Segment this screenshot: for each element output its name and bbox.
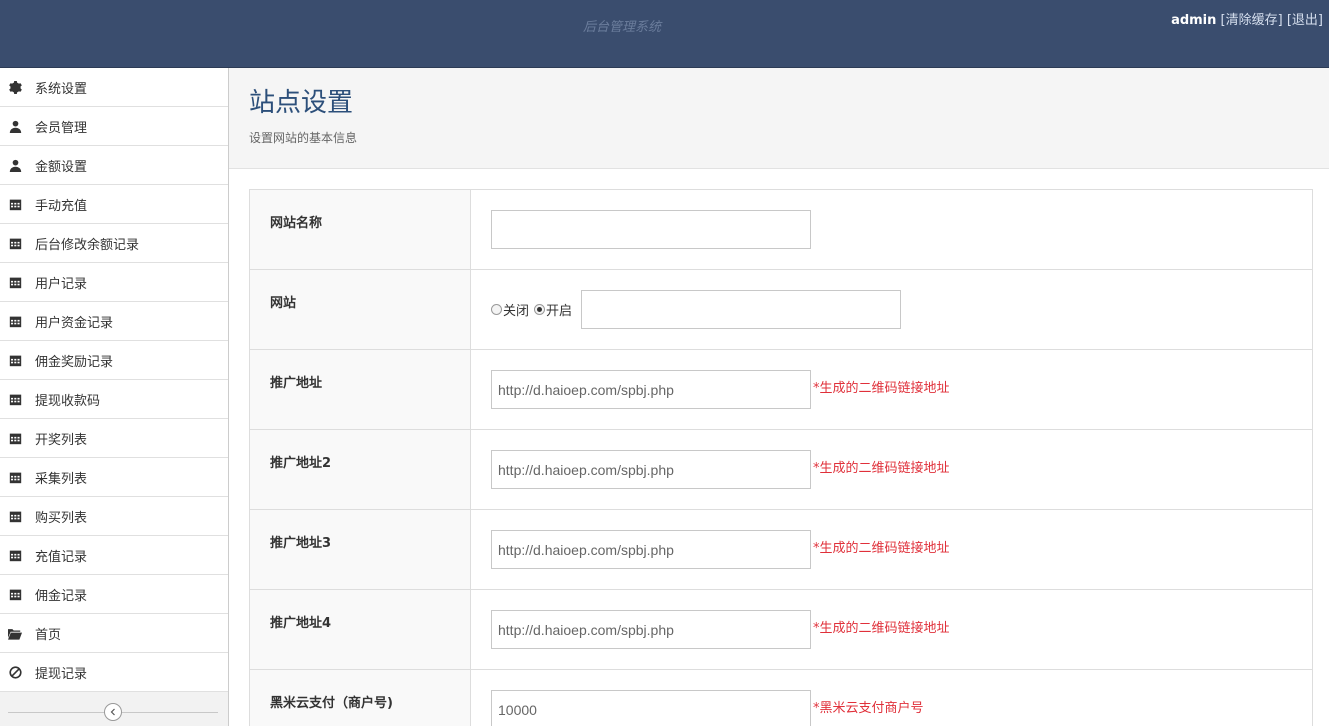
sidebar-item-3[interactable]: 手动充值 [0, 185, 228, 224]
page-subtitle: 设置网站的基本信息 [249, 131, 358, 145]
sidebar: 系统设置会员管理金额设置手动充值后台修改余额记录 用户记录用户资金记录 佣金奖励记录… [0, 68, 229, 726]
chevron-left-icon[interactable] [104, 703, 122, 721]
site-status-radio-group: 关闭 开启 [491, 290, 577, 329]
radio-off-label[interactable]: 关闭 [503, 300, 529, 319]
field-label: 推广地址 [250, 350, 471, 429]
calendar-icon [8, 314, 22, 328]
calendar-icon [8, 587, 22, 601]
sidebar-item-13[interactable]: 佣金记录 [0, 575, 228, 614]
field-label: 网站名称 [250, 190, 471, 269]
radio-on[interactable] [534, 304, 546, 315]
sidebar-item-1[interactable]: 会员管理 [0, 107, 228, 146]
promo-url-2-input[interactable] [491, 450, 811, 489]
page-header: 站点设置 设置网站的基本信息 [229, 68, 1329, 169]
field-label: 推广地址3 [250, 510, 471, 589]
promo-url-1-input[interactable] [491, 370, 811, 409]
brand-title: 后台管理系统 [583, 20, 662, 35]
sidebar-item-8[interactable]: 提现收款码 [0, 380, 228, 419]
clear-cache-link[interactable]: [清除缓存] [1221, 13, 1283, 28]
field-label: 黑米云支付（商户号) [250, 670, 471, 726]
calendar-icon [8, 236, 22, 250]
logout-link[interactable]: [退出] [1287, 13, 1323, 28]
sidebar-collapse [8, 703, 218, 723]
radio-on-label[interactable]: 开启 [546, 300, 572, 319]
sidebar-item-5[interactable]: 用户记录 [0, 263, 228, 302]
sidebar-item-label: 用户记录 [35, 276, 88, 292]
calendar-icon [8, 509, 22, 523]
sidebar-item-label: 提现记录 [35, 666, 88, 682]
sidebar-item-label: 采集列表 [35, 471, 88, 487]
sidebar-item-label: 充值记录 [35, 549, 88, 565]
gear-icon [8, 80, 22, 94]
form-row-merchant-id: 黑米云支付（商户号) *黑米云支付商户号 [250, 670, 1312, 726]
sidebar-item-0[interactable]: 系统设置 [0, 68, 228, 107]
calendar-icon [8, 431, 22, 445]
sidebar-item-10[interactable]: 采集列表 [0, 458, 228, 497]
field-label: 推广地址2 [250, 430, 471, 509]
page-title: 站点设置 [249, 88, 354, 118]
sidebar-item-2[interactable]: 金额设置 [0, 146, 228, 185]
sidebar-item-4[interactable]: 后台修改余额记录 [0, 224, 228, 263]
sidebar-item-label: 会员管理 [35, 120, 88, 136]
field-hint: *生成的二维码链接地址 [813, 461, 950, 476]
promo-url-4-input[interactable] [491, 610, 811, 649]
site-name-input[interactable] [491, 210, 811, 249]
sidebar-item-6[interactable]: 用户资金记录 [0, 302, 228, 341]
sidebar-item-label: 手动充值 [35, 198, 88, 214]
user-icon [8, 158, 22, 172]
sidebar-item-12[interactable]: 充值记录 [0, 536, 228, 575]
sidebar-item-11[interactable]: 购买列表 [0, 497, 228, 536]
sidebar-item-label: 首页 [35, 627, 62, 643]
form-row-promo-2: 推广地址2 *生成的二维码链接地址 [250, 430, 1312, 510]
settings-form: 网站名称 网站 关闭 开启 推广地址 *生成的二维码链接地址 [249, 189, 1313, 726]
sidebar-item-15[interactable]: 提现记录 [0, 653, 228, 692]
field-hint: *黑米云支付商户号 [813, 701, 924, 716]
sidebar-item-9[interactable]: 开奖列表 [0, 419, 228, 458]
main-content: 站点设置 设置网站的基本信息 网站名称 网站 关闭 开启 推广地址 http:/… [229, 68, 1329, 726]
sidebar-item-label: 用户资金记录 [35, 315, 114, 331]
site-status-input[interactable] [581, 290, 902, 329]
field-hint: *生成的二维码链接地址 [813, 621, 950, 636]
form-row-site-name: 网站名称 [250, 190, 1312, 270]
merchant-id-input[interactable] [491, 690, 811, 726]
calendar-icon [8, 197, 22, 211]
form-row-promo-1: 推广地址 *生成的二维码链接地址 [250, 350, 1312, 430]
sidebar-item-label: 提现收款码 [35, 393, 101, 409]
user-icon [8, 119, 22, 133]
ban-icon [8, 665, 22, 679]
calendar-icon [8, 548, 22, 562]
calendar-icon [8, 353, 22, 367]
sidebar-item-label: 佣金奖励记录 [35, 354, 114, 370]
calendar-icon [8, 470, 22, 484]
top-header: 后台管理系统 admin [清除缓存] [退出] [0, 0, 1329, 68]
field-hint: *生成的二维码链接地址 [813, 381, 950, 396]
sidebar-item-label: 佣金记录 [35, 588, 88, 604]
field-hint: *生成的二维码链接地址 [813, 541, 950, 556]
folder-open-icon [8, 626, 22, 640]
field-label: 推广地址4 [250, 590, 471, 669]
form-row-promo-3: 推广地址3 *生成的二维码链接地址 [250, 510, 1312, 590]
calendar-icon [8, 392, 22, 406]
calendar-icon [8, 275, 22, 289]
form-row-site-status: 网站 关闭 开启 [250, 270, 1312, 350]
sidebar-item-label: 开奖列表 [35, 432, 88, 448]
sidebar-item-label: 系统设置 [35, 81, 88, 97]
sidebar-item-label: 金额设置 [35, 159, 88, 175]
sidebar-item-14[interactable]: 首页 [0, 614, 228, 653]
promo-url-3-input[interactable] [491, 530, 811, 569]
user-bar: admin [清除缓存] [退出] [1171, 9, 1323, 28]
sidebar-item-label: 后台修改余额记录 [35, 237, 140, 253]
radio-off[interactable] [491, 304, 502, 315]
form-row-promo-4: 推广地址4 *生成的二维码链接地址 [250, 590, 1312, 670]
sidebar-menu: 系统设置会员管理金额设置手动充值后台修改余额记录 用户记录用户资金记录 佣金奖励记录… [0, 68, 228, 692]
sidebar-item-7[interactable]: 佣金奖励记录 [0, 341, 228, 380]
username: admin [1171, 13, 1217, 28]
sidebar-item-label: 购买列表 [35, 510, 88, 526]
field-label: 网站 [250, 270, 471, 349]
